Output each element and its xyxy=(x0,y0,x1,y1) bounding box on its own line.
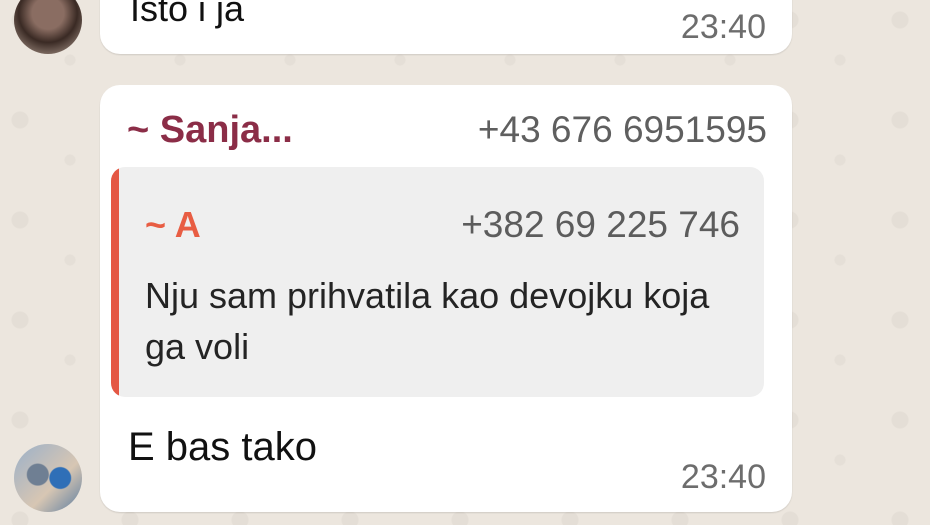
message-bubble[interactable]: ~ Sanja... +43 676 6951595 ~ A +382 69 2… xyxy=(100,85,792,512)
sender-name[interactable]: ~ Sanja... xyxy=(127,109,293,152)
message-time: 23:40 xyxy=(680,8,766,46)
quoted-message-text: Nju sam prihvatila kao devojku koja ga v… xyxy=(145,275,710,367)
quoted-sender-phone: +382 69 225 746 xyxy=(461,204,740,245)
message-text: Isto i ja xyxy=(130,0,245,29)
quoted-sender-name: ~ A xyxy=(145,204,201,245)
message-time: 23:40 xyxy=(680,458,766,496)
message-text: E bas tako xyxy=(128,425,318,469)
message-bubble[interactable]: Isto i ja 23:40 xyxy=(100,0,792,54)
quote-accent-bar xyxy=(111,167,119,397)
sender-phone[interactable]: +43 676 6951595 xyxy=(478,109,767,151)
sender-avatar[interactable] xyxy=(14,444,82,512)
quoted-message[interactable]: ~ A +382 69 225 746 Nju sam prihvatila k… xyxy=(111,167,764,397)
